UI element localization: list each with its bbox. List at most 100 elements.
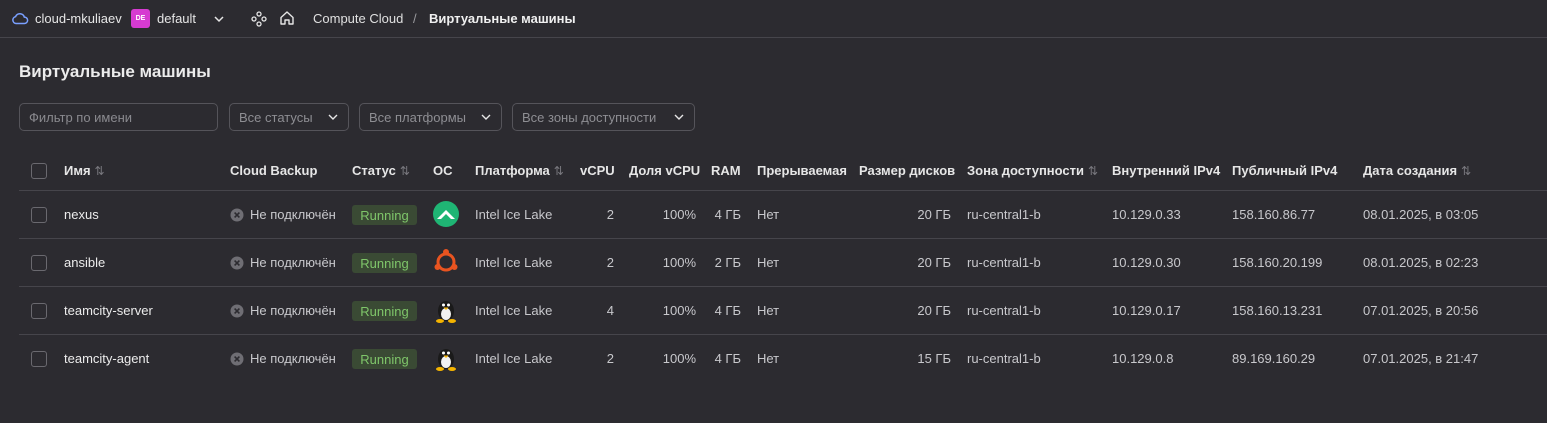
divider (19, 238, 1547, 239)
created-date-value: 08.01.2025, в 02:23 (1363, 255, 1479, 270)
row-checkbox[interactable] (31, 207, 47, 223)
cloud-icon (12, 13, 29, 25)
vm-name-link[interactable]: teamcity-agent (64, 351, 149, 366)
preemptible-value: Нет (757, 303, 780, 318)
backup-status: Не подключён (230, 351, 336, 366)
zone-value: ru-central1-b (967, 207, 1041, 222)
vcpu-value: 2 (606, 255, 614, 270)
column-header-preemptible: Прерываемая (757, 163, 847, 178)
vcpu-value: 4 (606, 303, 614, 318)
folder-selector[interactable]: default (157, 11, 196, 26)
zone-filter-value: Все зоны доступности (522, 109, 657, 125)
row-checkbox[interactable] (31, 255, 47, 271)
row-checkbox[interactable] (31, 303, 47, 319)
platform-value: Intel Ice Lake (475, 207, 553, 222)
breadcrumb-separator: / (413, 11, 417, 26)
column-header-vcpu: vCPU (580, 163, 615, 178)
status-filter-value: Все статусы (239, 109, 313, 125)
backup-status: Не подключён (230, 303, 336, 318)
column-header-os: ОС (433, 163, 453, 178)
close-circle-icon (230, 352, 244, 365)
sort-icon: ⇅ (1461, 164, 1472, 178)
vm-name-link[interactable]: ansible (64, 255, 105, 270)
sort-icon: ⇅ (399, 164, 410, 178)
row-checkbox[interactable] (31, 351, 47, 367)
platform-filter-value: Все платформы (369, 109, 466, 125)
disk-size-value: 20 ГБ (917, 303, 951, 318)
column-header-backup: Cloud Backup (230, 163, 318, 178)
name-filter-input[interactable] (19, 103, 218, 131)
linux-tux-icon (436, 301, 456, 323)
divider (19, 286, 1547, 287)
almalinux-icon (433, 201, 459, 227)
public-ip-value: 158.160.20.199 (1232, 255, 1323, 270)
divider (19, 190, 1547, 191)
column-header-zone[interactable]: Зона доступности ⇅ (967, 163, 1098, 178)
status-filter-select[interactable]: Все статусы (229, 103, 349, 131)
preemptible-value: Нет (757, 351, 780, 366)
created-date-value: 07.01.2025, в 21:47 (1363, 351, 1479, 366)
disk-size-value: 20 ГБ (917, 207, 951, 222)
close-circle-icon (230, 208, 244, 221)
ram-value: 4 ГБ (714, 351, 741, 366)
zone-value: ru-central1-b (967, 255, 1041, 270)
sort-icon: ⇅ (94, 164, 105, 178)
column-header-created[interactable]: Дата создания ⇅ (1363, 163, 1471, 178)
vcpu-share-value: 100% (662, 255, 696, 270)
public-ip-value: 158.160.86.77 (1232, 207, 1316, 222)
vcpu-value: 2 (606, 207, 614, 222)
close-circle-icon (230, 256, 244, 269)
folder-badge: DE (131, 9, 150, 28)
breadcrumb-current: Виртуальные машины (429, 11, 576, 26)
divider (19, 334, 1547, 335)
disk-size-value: 15 ГБ (917, 351, 951, 366)
vcpu-value: 2 (606, 351, 614, 366)
sort-icon: ⇅ (1088, 164, 1099, 178)
platform-filter-select[interactable]: Все платформы (359, 103, 502, 131)
ram-value: 2 ГБ (714, 255, 741, 270)
platform-value: Intel Ice Lake (475, 351, 553, 366)
public-ip-value: 89.169.160.29 (1232, 351, 1316, 366)
zone-filter-select[interactable]: Все зоны доступности (512, 103, 695, 131)
disk-size-value: 20 ГБ (917, 255, 951, 270)
status-badge: Running (352, 205, 417, 225)
vm-name-link[interactable]: nexus (64, 207, 99, 222)
column-header-platform[interactable]: Платформа ⇅ (475, 163, 564, 178)
platform-value: Intel Ice Lake (475, 303, 553, 318)
chevron-down-icon (481, 114, 491, 120)
home-icon[interactable] (279, 10, 295, 26)
column-header-status[interactable]: Статус ⇅ (352, 163, 410, 178)
column-header-ram: RAM (711, 163, 741, 178)
preemptible-value: Нет (757, 255, 780, 270)
public-ip-value: 158.160.13.231 (1232, 303, 1323, 318)
vcpu-share-value: 100% (662, 303, 696, 318)
internal-ip-value: 10.129.0.17 (1112, 303, 1181, 318)
backup-status: Не подключён (230, 207, 336, 222)
select-all-checkbox[interactable] (31, 163, 47, 179)
breadcrumb-service[interactable]: Compute Cloud (313, 11, 403, 26)
close-circle-icon (230, 304, 244, 317)
vm-name-link[interactable]: teamcity-server (64, 303, 153, 318)
column-header-name[interactable]: Имя ⇅ (64, 163, 105, 178)
backup-status: Не подключён (230, 255, 336, 270)
sort-icon: ⇅ (553, 164, 564, 178)
zone-value: ru-central1-b (967, 303, 1041, 318)
page-title: Виртуальные машины (19, 62, 211, 81)
preemptible-value: Нет (757, 207, 780, 222)
ubuntu-icon (434, 249, 458, 272)
status-badge: Running (352, 253, 417, 273)
services-icon[interactable] (251, 11, 267, 27)
column-header-vcpu-share: Доля vCPU (629, 163, 701, 178)
cloud-selector[interactable]: cloud-mkuliaev (35, 11, 122, 26)
chevron-down-icon (328, 114, 338, 120)
created-date-value: 07.01.2025, в 20:56 (1363, 303, 1479, 318)
chevron-down-icon[interactable] (212, 12, 226, 26)
status-badge: Running (352, 349, 417, 369)
internal-ip-value: 10.129.0.30 (1112, 255, 1181, 270)
vcpu-share-value: 100% (662, 207, 696, 222)
zone-value: ru-central1-b (967, 351, 1041, 366)
column-header-public-ip: Публичный IPv4 (1232, 163, 1338, 178)
ram-value: 4 ГБ (714, 303, 741, 318)
chevron-down-icon (674, 114, 684, 120)
platform-value: Intel Ice Lake (475, 255, 553, 270)
